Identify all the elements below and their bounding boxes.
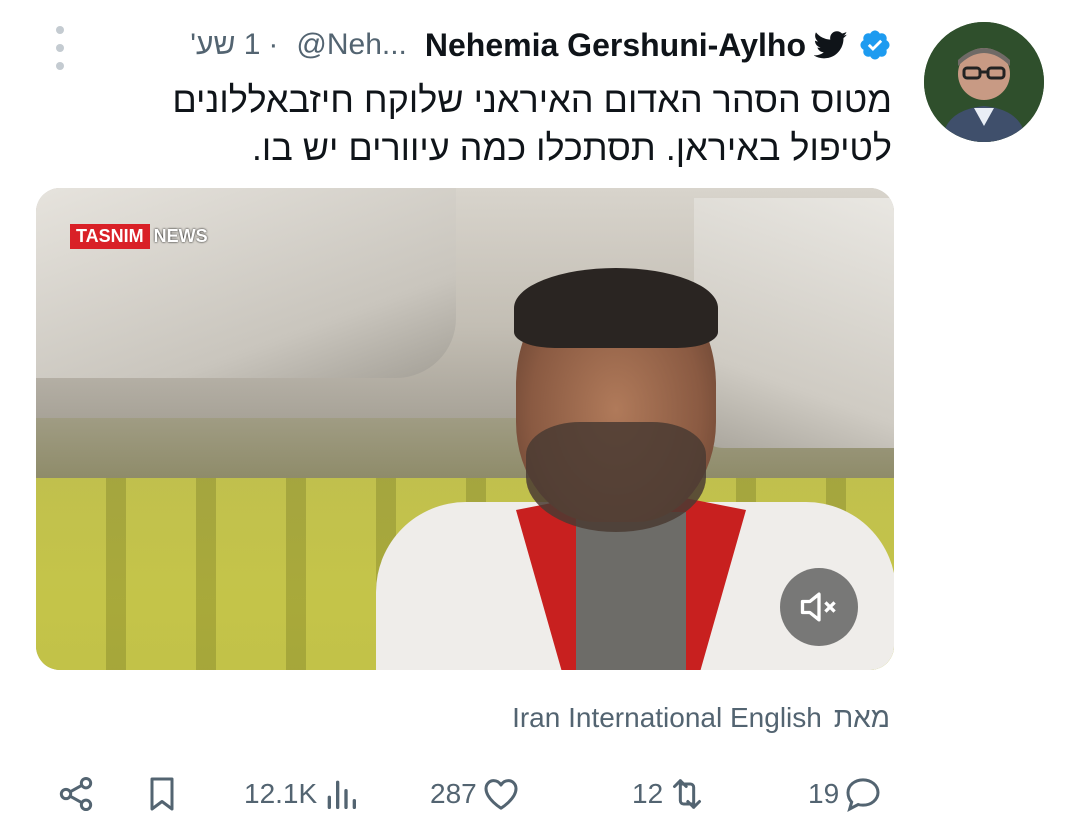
views-button[interactable]: 12.1K [244,772,361,816]
views-count: 12.1K [244,778,318,809]
more-vertical-icon[interactable] [52,26,68,70]
heart-icon [484,779,518,810]
reply-button[interactable]: 19 [808,772,883,816]
source-name[interactable]: Iran International English [512,702,822,734]
reply-icon [846,778,880,812]
tweet-header: Nehemia Gershuni-Aylho @Neh... · 1 שע' [40,20,892,70]
author-avatar[interactable] [924,22,1044,142]
volume-mute-icon [800,592,836,622]
share-icon [59,777,93,811]
mute-button[interactable] [780,568,858,646]
source-label: מאת [833,702,890,733]
source-attribution: מאת Iran International English [512,698,890,738]
author-display-name[interactable]: Nehemia Gershuni-Aylho [425,27,806,64]
verified-badge-icon [860,30,890,60]
views-chart-icon [327,780,357,809]
bookmark-button[interactable] [142,772,182,816]
like-count: 287 [430,778,477,809]
retweet-count: 12 [632,778,664,809]
author-handle[interactable]: @Neh... [296,28,407,62]
retweet-icon [673,779,702,809]
twitter-bird-icon [814,31,848,59]
video-watermark: TASNIM NEWS [70,224,212,249]
header-separator: · [268,28,279,61]
watermark-tasnim: TASNIM [70,224,150,249]
like-button[interactable]: 287 [430,772,521,816]
share-button[interactable] [56,772,96,816]
tweet-actions-bar: 19 12 287 12.1K [0,764,1080,824]
reply-count: 19 [808,778,840,809]
avatar-image [924,22,1044,142]
watermark-news: NEWS [153,226,208,246]
bookmark-icon [150,777,174,811]
retweet-button[interactable]: 12 [632,772,707,816]
tweet-timestamp[interactable]: 1 שע' [190,28,260,62]
tweet-video[interactable]: TASNIM NEWS [36,188,894,670]
tweet-text: מטוס הסהר האדום האיראני שלוקח חיזבאללוני… [172,79,892,168]
